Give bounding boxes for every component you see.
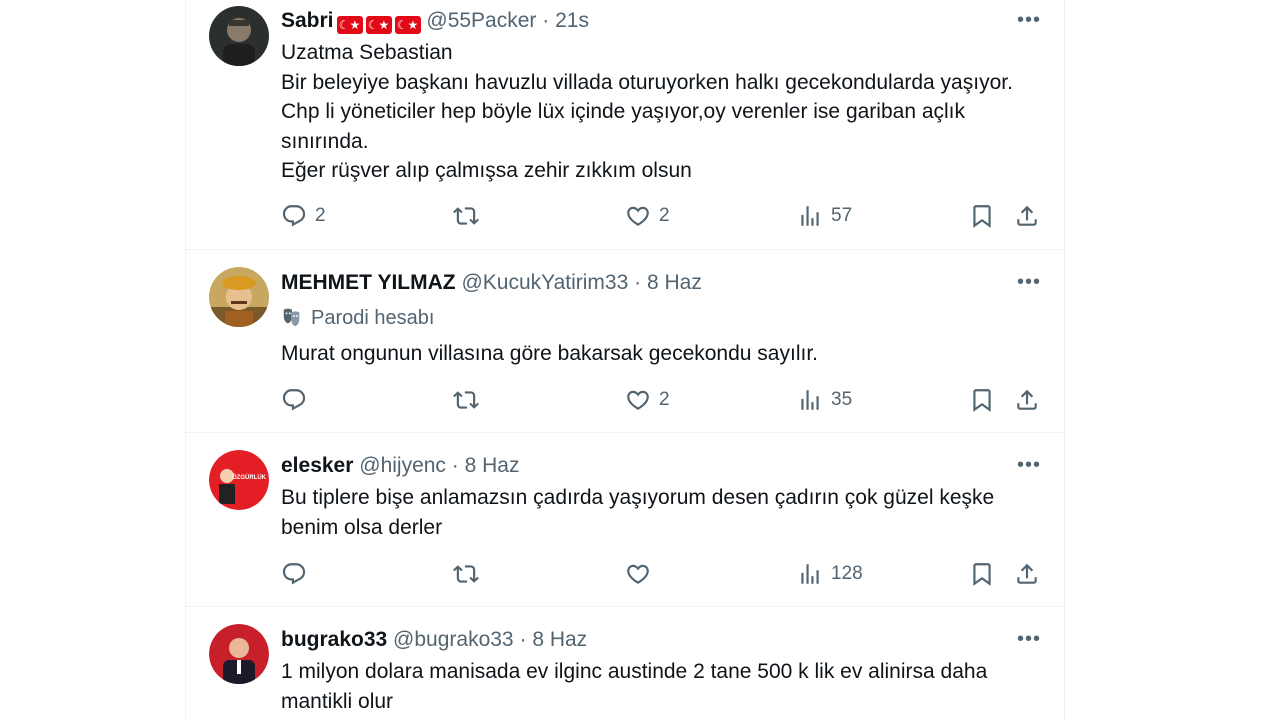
retweet-icon (453, 203, 479, 229)
user-handle[interactable]: @bugrako33 (393, 628, 514, 651)
bookmark-button[interactable] (969, 385, 995, 415)
views-icon (797, 561, 823, 587)
reply-icon (281, 561, 307, 587)
separator-dot: · (519, 628, 527, 651)
reply-icon (281, 387, 307, 413)
user-handle[interactable]: @KucukYatirim33 (461, 271, 628, 294)
tweet-actions: 2 35 (281, 385, 1051, 415)
like-count: 2 (659, 205, 670, 226)
avatar-text: ÖZGÜRLÜK (232, 474, 267, 481)
user-handle[interactable]: @55Packer (426, 9, 536, 32)
tweet-text: Bu tiplere bişe anlamazsın çadırda yaşıy… (281, 486, 995, 539)
tweet[interactable]: ÖZGÜRLÜK elesker @hijyenc · 8 Haz ••• Bu… (186, 433, 1064, 607)
separator-dot: · (451, 454, 459, 477)
display-name[interactable]: elesker (281, 454, 353, 477)
views-icon (797, 387, 823, 413)
tweet-header: bugrako33 @bugrako33 · 8 Haz (281, 625, 984, 655)
timestamp[interactable]: 8 Haz (532, 628, 587, 651)
view-count: 128 (831, 563, 863, 584)
more-options-icon[interactable]: ••• (1016, 455, 1042, 479)
views-button[interactable]: 35 (797, 385, 852, 415)
turkey-flag-icon: ☾★ (336, 16, 363, 34)
tweet-text: Murat ongunun villasına göre bakarsak ge… (281, 342, 818, 365)
heart-icon (625, 387, 651, 413)
share-icon (1014, 561, 1040, 587)
retweet-button[interactable] (453, 201, 487, 231)
parody-label-text: Parodi hesabı (311, 307, 435, 329)
more-options-icon[interactable]: ••• (1016, 10, 1042, 34)
retweet-button[interactable] (453, 385, 487, 415)
tweet-header: Sabri ☾★ ☾★ ☾★ @55Packer · 21s (281, 6, 984, 36)
bookmark-icon (969, 561, 995, 587)
view-count: 35 (831, 389, 853, 410)
avatar[interactable] (209, 6, 269, 66)
reply-button[interactable]: 2 (281, 201, 326, 231)
display-name[interactable]: Sabri (281, 9, 334, 32)
retweet-icon (453, 561, 479, 587)
separator-dot: · (634, 271, 642, 294)
reply-button[interactable] (281, 559, 315, 589)
tweet-header: elesker @hijyenc · 8 Haz (281, 451, 984, 481)
avatar[interactable] (209, 624, 269, 684)
bookmark-button[interactable] (969, 559, 995, 589)
display-name[interactable]: bugrako33 (281, 628, 387, 651)
reply-icon (281, 203, 307, 229)
like-button[interactable] (625, 559, 659, 589)
more-options-icon[interactable]: ••• (1016, 272, 1042, 296)
tweet[interactable]: MEHMET YILMAZ @KucukYatirim33 · 8 Haz ••… (186, 250, 1064, 433)
display-name[interactable]: MEHMET YILMAZ (281, 271, 456, 294)
more-options-icon[interactable]: ••• (1016, 629, 1042, 653)
reply-button[interactable] (281, 385, 315, 415)
share-icon (1014, 203, 1040, 229)
heart-icon (625, 561, 651, 587)
retweet-button[interactable] (453, 559, 487, 589)
tweet-actions: 2 2 57 (281, 201, 1051, 231)
timestamp[interactable]: 21s (555, 9, 589, 32)
timeline-column: Sabri ☾★ ☾★ ☾★ @55Packer · 21s ••• Uzatma S… (185, 0, 1065, 720)
tweet-text: 1 milyon dolara manisada ev ilginc austi… (281, 660, 988, 713)
reply-count: 2 (315, 205, 326, 226)
share-icon (1014, 387, 1040, 413)
turkey-flag-icon: ☾★ (365, 16, 392, 34)
like-button[interactable]: 2 (625, 201, 670, 231)
like-count: 2 (659, 389, 670, 410)
tweet[interactable]: Sabri ☾★ ☾★ ☾★ @55Packer · 21s ••• Uzatma S… (186, 0, 1064, 250)
separator-dot: · (542, 9, 550, 32)
views-button[interactable]: 128 (797, 559, 863, 589)
timestamp[interactable]: 8 Haz (465, 454, 520, 477)
share-button[interactable] (1014, 201, 1040, 231)
retweet-icon (453, 387, 479, 413)
parody-mask-icon (283, 308, 300, 327)
bookmark-icon (969, 387, 995, 413)
timestamp[interactable]: 8 Haz (647, 271, 702, 294)
like-button[interactable]: 2 (625, 385, 670, 415)
tweet[interactable]: bugrako33 @bugrako33 · 8 Haz ••• 1 milyo… (186, 607, 1064, 727)
tweet-text: Uzatma Sebastian Bir beleyiye başkanı ha… (281, 41, 1013, 182)
bookmark-icon (969, 203, 995, 229)
views-button[interactable]: 57 (797, 201, 852, 231)
user-handle[interactable]: @hijyenc (359, 454, 446, 477)
avatar[interactable]: ÖZGÜRLÜK (209, 450, 269, 510)
bookmark-button[interactable] (969, 201, 995, 231)
heart-icon (625, 203, 651, 229)
views-icon (797, 203, 823, 229)
parody-label: Parodi hesabı (281, 304, 434, 332)
turkey-flag-icon: ☾★ (394, 16, 421, 34)
view-count: 57 (831, 205, 853, 226)
share-button[interactable] (1014, 559, 1040, 589)
tweet-header: MEHMET YILMAZ @KucukYatirim33 · 8 Haz (281, 268, 984, 298)
share-button[interactable] (1014, 385, 1040, 415)
tweet-actions: 128 (281, 559, 1051, 589)
avatar[interactable] (209, 267, 269, 327)
